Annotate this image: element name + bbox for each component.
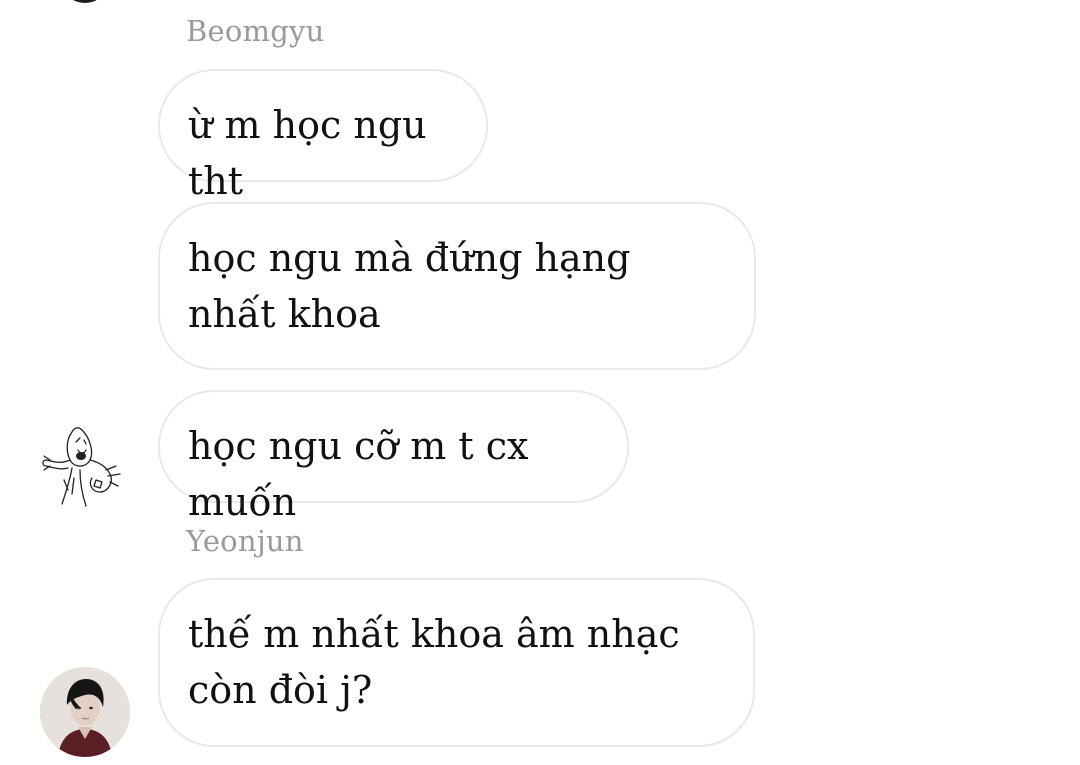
message-bubble[interactable]: ừ m học ngu tht: [158, 69, 488, 203]
sketch-figure-icon: [42, 427, 121, 507]
message-text: học ngu mà đứng hạng nhất khoa: [188, 236, 631, 336]
sender-name-yeonjun: Yeonjun: [186, 524, 304, 558]
message-text: ừ m học ngu tht: [188, 103, 427, 203]
sender-name-beomgyu: Beomgyu: [186, 14, 325, 48]
sketch-figure-avatar[interactable]: [36, 420, 126, 510]
person-photo-icon: [40, 667, 130, 757]
previous-message-avatar: [62, 0, 108, 3]
message-text: học ngu cỡ m t cx muốn: [188, 424, 529, 524]
message-text: thế m nhất khoa âm nhạc còn đòi j?: [188, 612, 680, 712]
message-bubble[interactable]: học ngu cỡ m t cx muốn: [158, 390, 629, 524]
message-bubble[interactable]: thế m nhất khoa âm nhạc còn đòi j?: [158, 578, 755, 747]
message-bubble[interactable]: học ngu mà đứng hạng nhất khoa: [158, 202, 756, 370]
profile-photo-avatar[interactable]: [40, 667, 130, 757]
